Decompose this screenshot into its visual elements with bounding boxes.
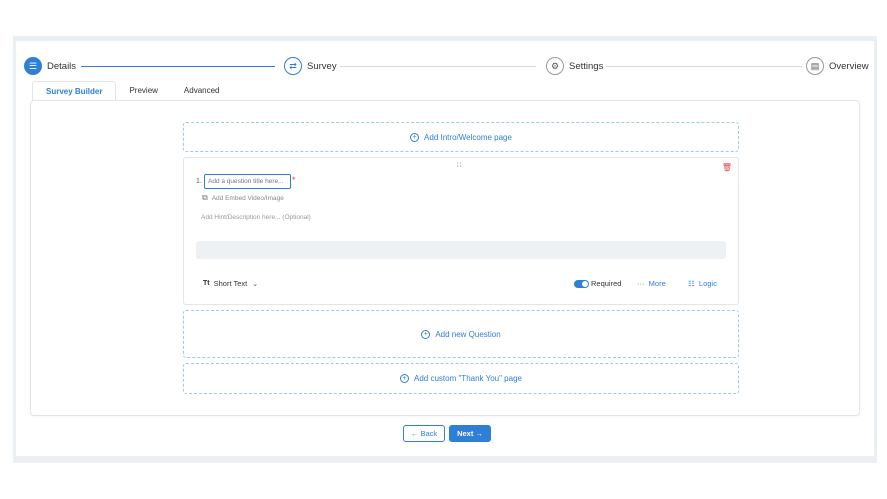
step-label: Settings bbox=[569, 60, 604, 72]
required-label: Required bbox=[591, 279, 622, 288]
step-survey[interactable]: ⇄ Survey bbox=[284, 57, 337, 75]
step-settings[interactable]: ⚙ Settings bbox=[546, 57, 603, 75]
add-intro-button[interactable]: + Add Intro/Welcome page bbox=[183, 122, 739, 152]
main-panel: ☰ Details ⇄ Survey ⚙ Settings ▤ Overview… bbox=[16, 41, 874, 456]
question-type-select[interactable]: Tt Short Text ⌄ bbox=[203, 279, 258, 288]
question-title-input[interactable] bbox=[204, 174, 291, 189]
chevron-down-icon: ⌄ bbox=[252, 280, 259, 288]
add-question-button[interactable]: + Add new Question bbox=[183, 310, 739, 358]
question-number: 1. bbox=[196, 178, 202, 185]
hint-input[interactable]: Add Hint/Description here... (Optional) bbox=[201, 214, 311, 221]
toggle-switch[interactable] bbox=[574, 279, 589, 288]
next-button[interactable]: Next → bbox=[449, 425, 491, 442]
add-embed-label: Add Embed Video/Image bbox=[211, 194, 284, 202]
step-details[interactable]: ☰ Details bbox=[24, 57, 76, 75]
logic-icon: ☷ bbox=[688, 279, 695, 288]
gear-icon: ⚙ bbox=[546, 57, 564, 75]
more-icon: ··· bbox=[637, 279, 645, 288]
back-button[interactable]: ← Back bbox=[403, 425, 445, 442]
more-button[interactable]: ··· More bbox=[637, 279, 666, 288]
drag-handle-icon[interactable]: ∷ bbox=[457, 161, 462, 169]
step-connector-3 bbox=[606, 66, 802, 67]
arrow-left-icon: ← bbox=[410, 429, 419, 438]
plus-circle-icon: + bbox=[400, 374, 409, 383]
logic-button[interactable]: ☷ Logic bbox=[688, 279, 717, 288]
question-card: ∷ 🗑 1. * ⧉ Add Embed Video/Image Add Hin… bbox=[183, 157, 739, 305]
next-label: Next bbox=[457, 429, 474, 438]
text-type-icon: Tt bbox=[203, 280, 210, 287]
answer-preview-field bbox=[196, 241, 726, 259]
add-thankyou-label: Add custom "Thank You" page bbox=[414, 374, 522, 383]
required-mark: * bbox=[292, 175, 296, 185]
clipboard-icon: ▤ bbox=[806, 57, 824, 75]
add-question-label: Add new Question bbox=[435, 329, 501, 339]
logic-label: Logic bbox=[698, 279, 717, 288]
step-connector-2 bbox=[340, 66, 536, 67]
step-label: Details bbox=[47, 60, 77, 72]
required-toggle[interactable]: Required bbox=[574, 279, 621, 288]
step-label: Survey bbox=[307, 60, 337, 72]
back-label: Back bbox=[420, 429, 438, 438]
trash-icon[interactable]: 🗑 bbox=[722, 163, 732, 172]
more-label: More bbox=[648, 279, 666, 288]
step-label: Overview bbox=[829, 60, 869, 72]
image-icon: ⧉ bbox=[202, 193, 208, 202]
add-embed-button[interactable]: ⧉ Add Embed Video/Image bbox=[202, 193, 284, 203]
step-connector-1 bbox=[81, 66, 275, 67]
add-thankyou-button[interactable]: + Add custom "Thank You" page bbox=[183, 363, 739, 394]
add-intro-label: Add Intro/Welcome page bbox=[424, 132, 512, 142]
plus-circle-icon: + bbox=[410, 132, 420, 142]
survey-icon: ⇄ bbox=[284, 57, 302, 75]
builder-content: + Add Intro/Welcome page ∷ 🗑 1. * ⧉ Add … bbox=[30, 100, 860, 416]
arrow-right-icon: → bbox=[475, 429, 483, 438]
question-type-label: Short Text bbox=[213, 279, 248, 288]
app-frame: ☰ Details ⇄ Survey ⚙ Settings ▤ Overview… bbox=[13, 36, 877, 463]
step-overview[interactable]: ▤ Overview bbox=[806, 57, 869, 75]
plus-circle-icon: + bbox=[421, 329, 431, 339]
list-icon: ☰ bbox=[24, 57, 42, 75]
